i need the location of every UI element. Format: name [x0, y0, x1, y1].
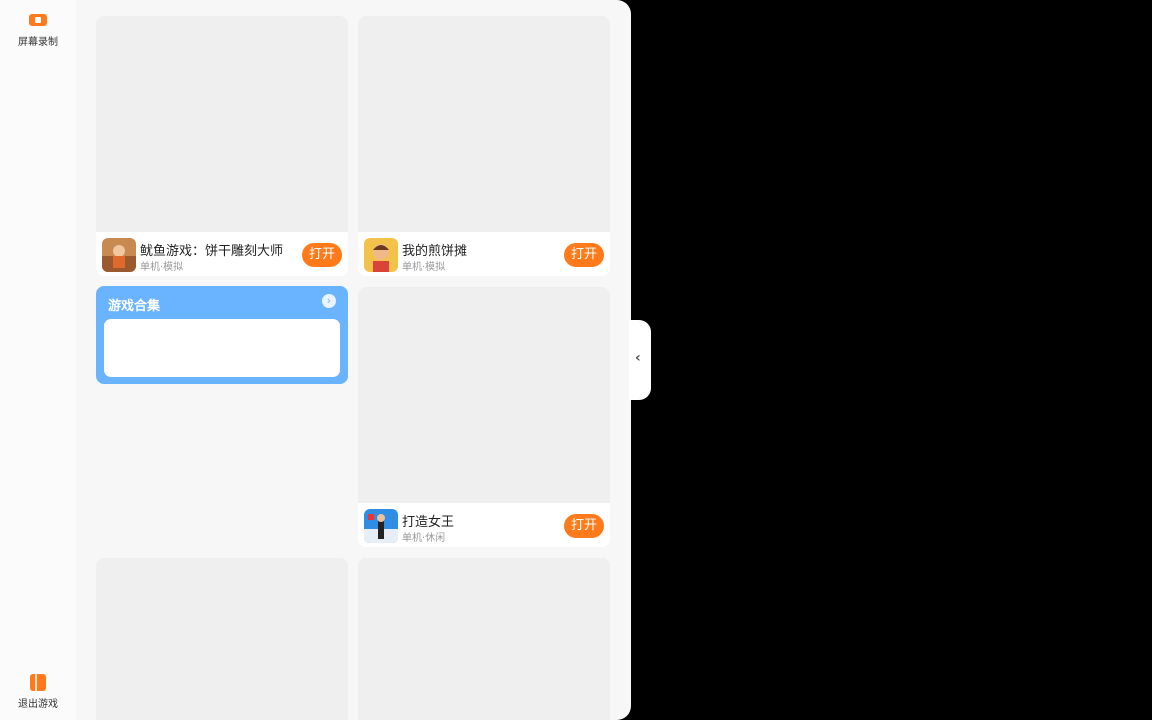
collection-list: [104, 319, 340, 377]
game-tags: 单机·模拟: [140, 262, 184, 273]
game-card-placeholder[interactable]: [96, 558, 348, 720]
game-title: 鱿鱼游戏：饼干雕刻大师: [140, 244, 284, 259]
game-preview[interactable]: [96, 16, 348, 232]
exit-game-button[interactable]: 退出游戏: [0, 674, 76, 710]
open-game-button[interactable]: 打开: [564, 514, 604, 538]
game-preview[interactable]: [358, 16, 610, 232]
game-title: 打造女王: [402, 515, 455, 530]
open-game-button[interactable]: 打开: [302, 243, 342, 267]
game-preview[interactable]: [358, 287, 610, 503]
collection-title: 游戏合集: [108, 299, 161, 314]
game-card[interactable]: 我的煎饼摊 单机·模拟 打开: [358, 16, 610, 276]
game-card[interactable]: 打造女王 单机·休闲 打开: [358, 287, 610, 547]
game-card[interactable]: 鱿鱼游戏：饼干雕刻大师 单机·模拟 打开: [96, 16, 348, 276]
exit-door-icon: [30, 674, 46, 691]
game-panel: 屏幕录制 退出游戏 鱿鱼游戏：饼干雕刻大师 单机·模拟 打开 我的煎饼摊 单机·…: [0, 0, 631, 720]
sidebar: 屏幕录制 退出游戏: [0, 0, 76, 720]
collapse-panel-button[interactable]: ‹: [629, 320, 651, 400]
open-game-button[interactable]: 打开: [564, 243, 604, 267]
chevron-right-icon[interactable]: ›: [322, 294, 336, 308]
game-app-icon: [364, 509, 398, 543]
game-feed: 鱿鱼游戏：饼干雕刻大师 单机·模拟 打开 我的煎饼摊 单机·模拟 打开 游戏合集…: [76, 0, 631, 720]
game-app-icon: [364, 238, 398, 272]
game-collection[interactable]: 游戏合集 ›: [96, 286, 348, 384]
game-tags: 单机·休闲: [402, 533, 446, 544]
video-record-icon: [29, 14, 47, 26]
game-tags: 单机·模拟: [402, 262, 446, 273]
chevron-left-icon: ‹: [635, 350, 641, 366]
game-app-icon: [102, 238, 136, 272]
game-title: 我的煎饼摊: [402, 244, 468, 259]
exit-game-label: 退出游戏: [18, 699, 58, 710]
screen-record-label: 屏幕录制: [18, 37, 58, 48]
game-card-placeholder[interactable]: [358, 558, 610, 720]
screen-record-button[interactable]: 屏幕录制: [0, 14, 76, 48]
